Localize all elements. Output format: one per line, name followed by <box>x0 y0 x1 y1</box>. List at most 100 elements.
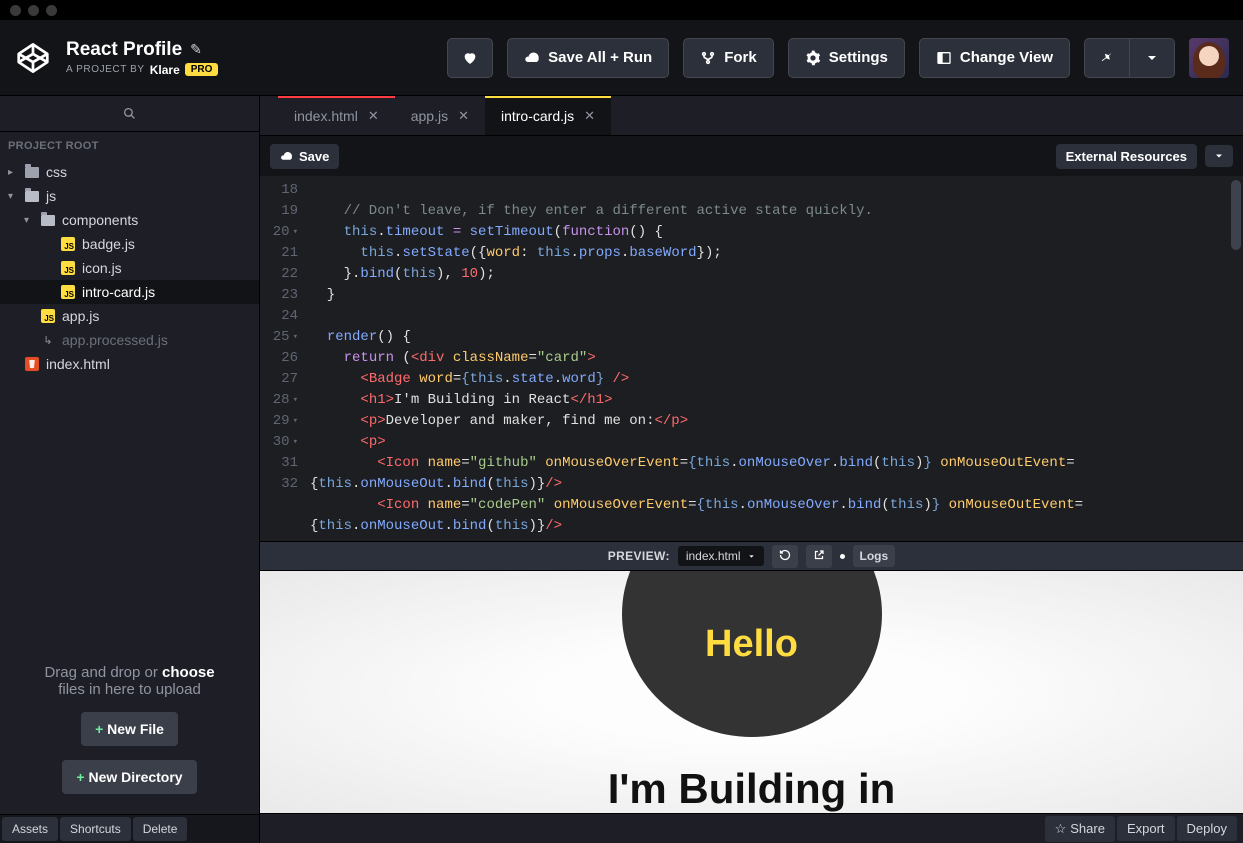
mac-titlebar <box>0 0 1243 20</box>
preview-pane[interactable]: Hello I'm Building in <box>260 571 1243 813</box>
preview-hello-text: Hello <box>705 623 798 666</box>
fork-label: Fork <box>724 49 757 66</box>
gear-icon <box>805 50 821 66</box>
tab-index-html[interactable]: index.html✕ <box>278 96 395 135</box>
chevron-down-icon <box>1144 50 1160 66</box>
shortcuts-button[interactable]: Shortcuts <box>60 817 131 841</box>
change-view-label: Change View <box>960 49 1053 66</box>
refresh-icon <box>779 549 791 561</box>
pro-badge: PRO <box>185 63 219 76</box>
settings-label: Settings <box>829 49 888 66</box>
codepen-logo-icon[interactable] <box>14 39 52 77</box>
folder-icon <box>41 215 55 226</box>
file-badge-js[interactable]: ▸JSbadge.js <box>0 232 259 256</box>
main-area: index.html✕ app.js✕ intro-card.js✕ Save … <box>260 96 1243 843</box>
save-run-label: Save All + Run <box>548 49 652 66</box>
project-title[interactable]: React Profile <box>66 39 182 61</box>
traffic-close[interactable] <box>10 5 21 16</box>
heart-button[interactable] <box>447 38 493 78</box>
folder-js[interactable]: ▾js <box>0 184 259 208</box>
save-file-button[interactable]: Save <box>270 144 339 169</box>
js-file-icon: JS <box>61 261 75 275</box>
logs-button[interactable]: Logs <box>853 545 896 567</box>
processed-file-icon: ↳ <box>41 333 55 347</box>
new-directory-button[interactable]: + New Directory <box>62 760 196 794</box>
preview-file-select[interactable]: index.html <box>678 546 764 566</box>
dropzone[interactable]: Drag and drop or choose files in here to… <box>0 640 259 814</box>
line-gutter: 18 19 20▾ 21 22 23 24 25▾ 26 27 28▾ 29▾ … <box>260 176 306 541</box>
code-content[interactable]: // Don't leave, if they enter a differen… <box>306 176 1083 541</box>
save-run-button[interactable]: Save All + Run <box>507 38 669 78</box>
file-index-html[interactable]: ▸index.html <box>0 352 259 376</box>
assets-button[interactable]: Assets <box>2 817 58 841</box>
js-file-icon: JS <box>61 285 75 299</box>
js-file-icon: JS <box>61 237 75 251</box>
file-app-js[interactable]: ▸JSapp.js <box>0 304 259 328</box>
pin-button-group <box>1084 38 1175 78</box>
change-view-button[interactable]: Change View <box>919 38 1070 78</box>
dropzone-text: Drag and drop or choose files in here to… <box>20 664 239 698</box>
status-dot-icon <box>840 554 845 559</box>
project-root-label: PROJECT ROOT <box>0 132 259 160</box>
file-icon-js[interactable]: ▸JSicon.js <box>0 256 259 280</box>
new-file-button[interactable]: + New File <box>81 712 178 746</box>
pin-icon <box>1099 50 1115 66</box>
sidebar: PROJECT ROOT ▸css ▾js ▾components ▸JSbad… <box>0 96 260 843</box>
preview-popout-button[interactable] <box>806 545 832 568</box>
project-title-block: React Profile ✎ A PROJECT BY Klare PRO <box>66 39 218 77</box>
traffic-min[interactable] <box>28 5 39 16</box>
star-icon: ☆ <box>1055 821 1067 837</box>
tab-close-icon[interactable]: ✕ <box>584 108 595 124</box>
share-button[interactable]: ☆Share <box>1045 816 1115 842</box>
pin-dropdown[interactable] <box>1130 38 1175 78</box>
delete-button[interactable]: Delete <box>133 817 188 841</box>
edit-title-icon[interactable]: ✎ <box>190 41 202 58</box>
app-window: React Profile ✎ A PROJECT BY Klare PRO S… <box>0 0 1243 843</box>
tab-close-icon[interactable]: ✕ <box>458 108 469 124</box>
cloud-icon <box>524 50 540 66</box>
code-editor[interactable]: 18 19 20▾ 21 22 23 24 25▾ 26 27 28▾ 29▾ … <box>260 176 1243 541</box>
preview-refresh-button[interactable] <box>772 545 798 568</box>
folder-icon <box>25 167 39 178</box>
external-resources-button[interactable]: External Resources <box>1056 144 1197 169</box>
traffic-max[interactable] <box>46 5 57 16</box>
export-button[interactable]: Export <box>1117 816 1175 841</box>
external-link-icon <box>813 549 825 561</box>
fork-button[interactable]: Fork <box>683 38 774 78</box>
html-file-icon <box>25 357 39 371</box>
header: React Profile ✎ A PROJECT BY Klare PRO S… <box>0 20 1243 96</box>
file-app-processed-js[interactable]: ▸↳app.processed.js <box>0 328 259 352</box>
tab-intro-card-js[interactable]: intro-card.js✕ <box>485 96 611 135</box>
fork-icon <box>700 50 716 66</box>
external-resources-dropdown[interactable] <box>1205 145 1233 167</box>
deploy-button[interactable]: Deploy <box>1177 816 1237 841</box>
search-icon <box>123 107 136 120</box>
chevron-down-icon <box>1213 150 1225 162</box>
preview-toolbar: PREVIEW: index.html Logs <box>260 541 1243 571</box>
project-author[interactable]: Klare <box>150 63 180 77</box>
folder-components[interactable]: ▾components <box>0 208 259 232</box>
settings-button[interactable]: Settings <box>788 38 905 78</box>
heart-icon <box>462 50 478 66</box>
editor-scrollbar[interactable] <box>1231 180 1241 250</box>
main-footer: ☆Share Export Deploy <box>260 813 1243 843</box>
layout-icon <box>936 50 952 66</box>
tab-close-icon[interactable]: ✕ <box>368 108 379 124</box>
js-file-icon: JS <box>41 309 55 323</box>
tab-bar: index.html✕ app.js✕ intro-card.js✕ <box>260 96 1243 136</box>
preview-heading: I'm Building in <box>608 765 896 813</box>
pin-button[interactable] <box>1084 38 1130 78</box>
folder-icon <box>25 191 39 202</box>
cloud-icon <box>280 150 293 163</box>
editor-toolbar: Save External Resources <box>260 136 1243 176</box>
file-intro-card-js[interactable]: ▸JSintro-card.js <box>0 280 259 304</box>
preview-badge-circle: Hello <box>622 571 882 737</box>
sidebar-search[interactable] <box>0 96 259 132</box>
preview-label: PREVIEW: <box>608 549 670 563</box>
chevron-down-icon <box>747 552 756 561</box>
tab-app-js[interactable]: app.js✕ <box>395 96 485 135</box>
project-subtitle-prefix: A PROJECT BY <box>66 64 145 75</box>
user-avatar[interactable] <box>1189 38 1229 78</box>
folder-css[interactable]: ▸css <box>0 160 259 184</box>
sidebar-footer: Assets Shortcuts Delete <box>0 814 259 843</box>
